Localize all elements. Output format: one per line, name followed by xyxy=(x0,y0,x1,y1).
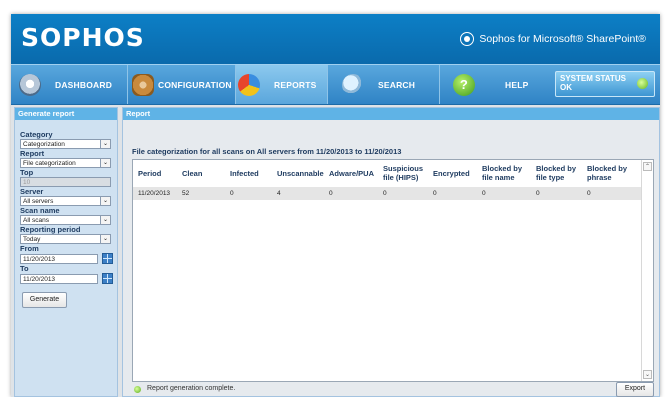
reporting-period-value: Today xyxy=(23,236,41,243)
column-header[interactable]: Infected xyxy=(230,169,259,178)
category-select[interactable]: Categorization ⌄ xyxy=(20,139,111,149)
nav-help-label: HELP xyxy=(505,79,529,90)
column-header[interactable]: Adware/PUA xyxy=(329,169,374,178)
vertical-scrollbar[interactable]: ⌃ ⌄ xyxy=(641,160,653,381)
report-status-text: Report generation complete. xyxy=(147,385,236,392)
scan-name-select[interactable]: All scans ⌄ xyxy=(20,215,111,225)
category-value: Categorization xyxy=(23,141,65,148)
table-header: Period Clean Infected Unscannable Adware… xyxy=(133,160,643,187)
server-select[interactable]: All servers ⌄ xyxy=(20,196,111,206)
generate-report-panel: Generate report Category Categorization … xyxy=(14,107,118,397)
panel-title: Generate report xyxy=(15,108,117,120)
from-date-input[interactable]: 11/20/2013 xyxy=(20,253,98,264)
server-value: All servers xyxy=(23,198,54,205)
report-panel-title: Report xyxy=(123,108,659,120)
report-table: Period Clean Infected Unscannable Adware… xyxy=(132,159,654,382)
nav-dashboard-label: DASHBOARD xyxy=(55,79,113,90)
category-label: Category xyxy=(20,130,53,139)
nav-reports-label: REPORTS xyxy=(274,79,317,90)
top-value: 10 xyxy=(23,179,31,186)
system-status[interactable]: SYSTEM STATUS OK xyxy=(555,71,655,97)
column-header[interactable]: Suspicious file (HIPS) xyxy=(383,164,431,182)
product-name: Sophos for Microsoft® SharePoint® xyxy=(460,32,646,46)
report-label: Report xyxy=(20,149,45,158)
table-cell: 52 xyxy=(182,190,190,197)
report-form: Category Categorization ⌄ Report File ca… xyxy=(15,120,117,308)
table-row[interactable]: 11/20/2013 52 0 4 0 0 0 0 0 0 xyxy=(133,187,643,200)
nav-help[interactable]: ? HELP xyxy=(440,65,551,104)
nav-reports[interactable]: REPORTS xyxy=(236,65,328,104)
header: SOPHOS Sophos for Microsoft® SharePoint® xyxy=(11,14,660,64)
table-cell: 0 xyxy=(433,190,437,197)
column-header[interactable]: Blocked by file type xyxy=(536,164,582,182)
reporting-period-label: Reporting period xyxy=(20,225,81,234)
to-date: 11/20/2013 xyxy=(20,273,117,284)
chevron-down-icon[interactable]: ⌄ xyxy=(100,159,110,167)
help-icon: ? xyxy=(453,73,475,96)
chevron-down-icon[interactable]: ⌄ xyxy=(100,235,110,243)
magnifier-icon xyxy=(342,73,364,96)
report-panel: Report File categorization for all scans… xyxy=(122,107,660,397)
column-header[interactable]: Blocked by file name xyxy=(482,164,532,182)
nav-search[interactable]: SEARCH xyxy=(328,65,440,104)
scan-name-value: All scans xyxy=(23,217,50,224)
table-cell: 4 xyxy=(277,190,281,197)
scroll-down-icon[interactable]: ⌄ xyxy=(643,370,652,379)
generate-button[interactable]: Generate xyxy=(22,292,67,308)
nav-dashboard[interactable]: DASHBOARD xyxy=(11,65,128,104)
sophos-logo: SOPHOS xyxy=(21,23,145,52)
to-date-input[interactable]: 11/20/2013 xyxy=(20,273,98,284)
status-ok-icon xyxy=(134,386,141,393)
table-cell: 0 xyxy=(536,190,540,197)
nav-configuration-label: CONFIGURATION xyxy=(158,79,232,90)
product-title: Sophos for Microsoft® SharePoint® xyxy=(479,33,646,45)
report-select[interactable]: File categorization ⌄ xyxy=(20,158,111,168)
from-date: 11/20/2013 xyxy=(20,253,117,264)
pie-chart-icon xyxy=(238,73,260,96)
scan-name-label: Scan name xyxy=(20,206,60,215)
gear-icon xyxy=(132,73,154,96)
reporting-period-select[interactable]: Today ⌄ xyxy=(20,234,111,244)
column-header[interactable]: Period xyxy=(138,169,161,178)
report-footer: Report generation complete. Export xyxy=(132,381,654,397)
status-ok-icon xyxy=(637,78,648,89)
chevron-down-icon[interactable]: ⌄ xyxy=(100,216,110,224)
table-cell: 0 xyxy=(230,190,234,197)
nav-configuration[interactable]: CONFIGURATION xyxy=(128,65,236,104)
table-cell: 0 xyxy=(383,190,387,197)
calendar-icon[interactable] xyxy=(102,253,113,264)
chevron-down-icon[interactable]: ⌄ xyxy=(100,197,110,205)
report-value: File categorization xyxy=(23,160,76,167)
column-header[interactable]: Clean xyxy=(182,169,202,178)
dashboard-icon xyxy=(19,73,41,96)
table-cell: 0 xyxy=(482,190,486,197)
table-cell: 11/20/2013 xyxy=(138,190,171,197)
table-cell: 0 xyxy=(329,190,333,197)
export-button[interactable]: Export xyxy=(616,382,654,397)
column-header[interactable]: Encrypted xyxy=(433,169,470,178)
table-cell: 0 xyxy=(587,190,591,197)
from-date-value: 11/20/2013 xyxy=(23,255,56,263)
top-label: Top xyxy=(20,168,34,177)
nav-search-label: SEARCH xyxy=(378,79,416,90)
report-heading: File categorization for all scans on All… xyxy=(132,147,402,156)
sophos-ring-icon xyxy=(460,32,475,46)
calendar-icon[interactable] xyxy=(102,273,113,284)
scroll-up-icon[interactable]: ⌃ xyxy=(643,162,652,171)
from-label: From xyxy=(20,244,39,253)
server-label: Server xyxy=(20,187,44,196)
app-window: SOPHOS Sophos for Microsoft® SharePoint®… xyxy=(11,14,660,397)
top-input: 10 xyxy=(20,177,111,187)
column-header[interactable]: Unscannable xyxy=(277,169,324,178)
chevron-down-icon[interactable]: ⌄ xyxy=(100,140,110,148)
column-header[interactable]: Blocked by phrase xyxy=(587,164,633,182)
to-date-value: 11/20/2013 xyxy=(23,275,56,283)
to-label: To xyxy=(20,264,29,273)
